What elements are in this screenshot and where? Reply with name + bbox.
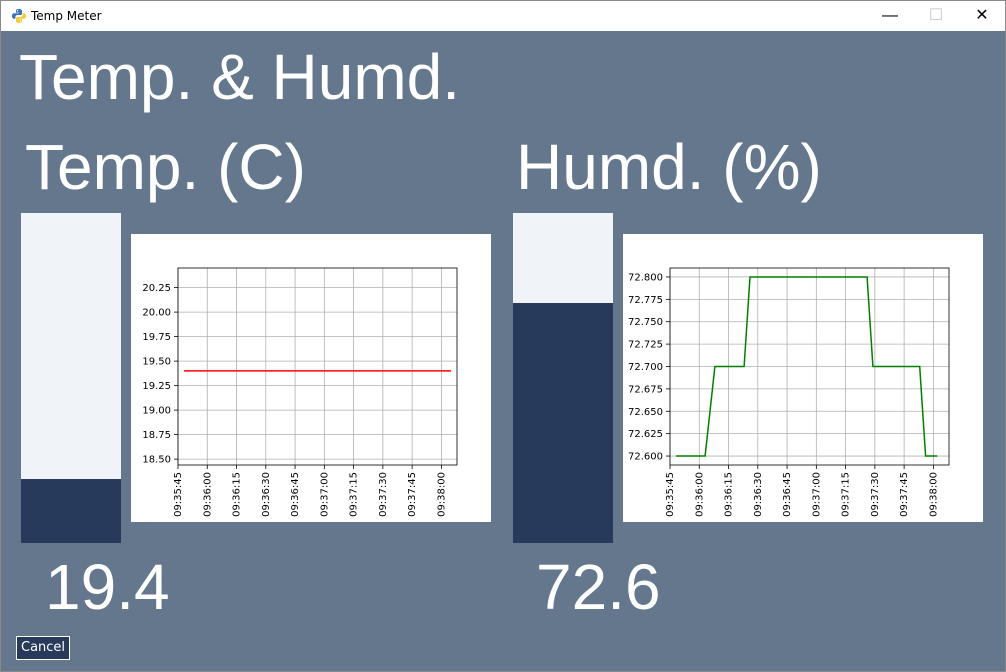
y-tick-label: 72.650: [628, 407, 663, 418]
maximize-button[interactable]: ☐: [913, 1, 959, 31]
y-tick-label: 19.75: [142, 332, 171, 343]
humidity-meter-fill: [513, 303, 613, 543]
close-button[interactable]: ✕: [959, 1, 1005, 31]
x-tick-label: 09:37:00: [319, 472, 330, 517]
x-tick-label: 09:37:30: [870, 472, 881, 517]
temperature-chart-svg: 09:35:45 09:36:00 09:36:15 09:36:30 09:36:45…: [142, 267, 458, 517]
y-tick-label: 20.00: [142, 308, 171, 319]
x-tick-label: 09:36:15: [232, 472, 243, 517]
main-content: Temp. & Humd. Temp. (C) Humd. (%) 09:35:…: [1, 31, 1005, 671]
minimize-button[interactable]: —: [867, 1, 913, 31]
cancel-button[interactable]: Cancel: [16, 636, 71, 660]
window-title: Temp Meter: [31, 9, 102, 23]
page-title: Temp. & Humd.: [19, 41, 461, 113]
x-tick-label: 09:37:45: [899, 472, 910, 517]
x-tick-label: 09:37:45: [407, 472, 418, 517]
y-tick-label: 19.25: [142, 381, 171, 392]
temperature-meter-fill: [21, 478, 121, 543]
temperature-value: 19.4: [45, 551, 170, 623]
y-tick-label: 72.625: [628, 429, 663, 440]
y-tick-label: 72.700: [628, 362, 663, 373]
humidity-chart: 09:35:45 09:36:00 09:36:15 09:36:30 09:36:45…: [623, 234, 983, 522]
humidity-meter: [513, 213, 613, 543]
humidity-heading: Humd. (%): [516, 131, 822, 203]
x-tick-label: 09:37:00: [811, 472, 822, 517]
plot-frame: [177, 267, 458, 466]
temperature-heading: Temp. (C): [25, 131, 306, 203]
x-tick-label: 09:36:15: [724, 472, 735, 517]
y-tick-label: 72.800: [628, 272, 663, 283]
y-tick-label: 18.50: [142, 455, 171, 466]
x-tick-label: 09:36:30: [753, 472, 764, 517]
x-tick-label: 09:38:00: [436, 472, 447, 517]
temperature-meter: [21, 213, 121, 543]
x-tick-label: 09:38:00: [928, 472, 939, 517]
python-icon: [12, 9, 26, 23]
y-tick-label: 72.725: [628, 340, 663, 351]
x-tick-label: 09:37:15: [841, 472, 852, 517]
x-tick-label: 09:36:00: [694, 472, 705, 517]
temperature-chart: 09:35:45 09:36:00 09:36:15 09:36:30 09:36:45…: [131, 234, 491, 522]
y-tick-label: 72.675: [628, 384, 663, 395]
y-tick-label: 72.775: [628, 295, 663, 306]
x-tick-label: 09:37:30: [378, 472, 389, 517]
y-tick-label: 20.25: [142, 283, 171, 294]
y-tick-label: 72.600: [628, 452, 663, 463]
x-tick-label: 09:36:00: [202, 472, 213, 517]
humidity-chart-svg: 09:35:45 09:36:00 09:36:15 09:36:30 09:36:45…: [628, 267, 950, 517]
title-bar[interactable]: Temp Meter — ☐ ✕: [1, 1, 1005, 31]
x-tick-label: 09:37:15: [349, 472, 360, 517]
x-tick-label: 09:36:45: [782, 472, 793, 517]
humidity-value: 72.6: [536, 551, 661, 623]
x-tick-label: 09:36:45: [290, 472, 301, 517]
y-tick-label: 18.75: [142, 430, 171, 441]
x-tick-label: 09:35:45: [665, 472, 676, 517]
y-tick-label: 19.50: [142, 357, 171, 368]
x-tick-label: 09:35:45: [173, 472, 184, 517]
app-window: Temp Meter — ☐ ✕ Temp. & Humd. Temp. (C)…: [0, 0, 1006, 672]
x-tick-label: 09:36:30: [261, 472, 272, 517]
y-tick-label: 72.750: [628, 317, 663, 328]
y-tick-label: 19.00: [142, 406, 171, 417]
